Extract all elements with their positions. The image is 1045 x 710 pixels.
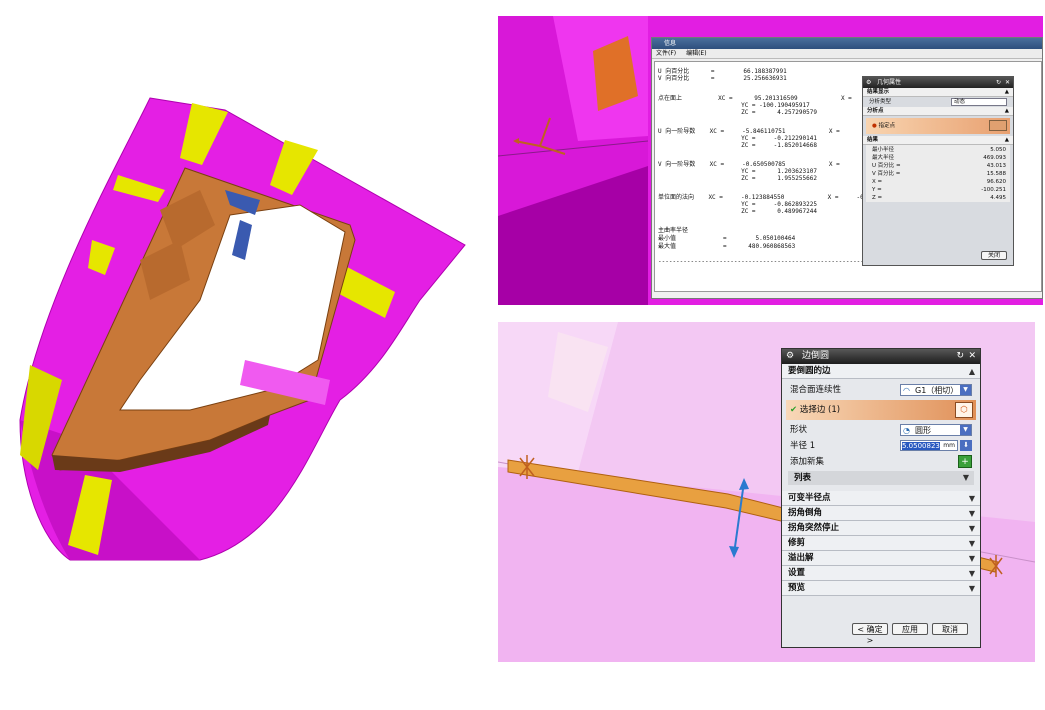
info-panel: 信息 文件(F) 编辑(E) U 向百分比 = 66.188387991 V 向…: [498, 16, 1043, 305]
reset-icon[interactable]: ↻: [956, 349, 964, 364]
section-overflow[interactable]: 溢出解 ▼: [782, 551, 980, 566]
analysis-type-select[interactable]: 动态: [951, 98, 1007, 106]
radius-menu-icon[interactable]: ⬇: [960, 440, 972, 451]
section-variable-radius[interactable]: 可变半径点 ▼: [782, 491, 980, 506]
collapsed-sections: 可变半径点 ▼ 拐角倒角 ▼ 拐角突然停止 ▼ 修剪 ▼ 溢出解 ▼ 设置 ▼ 预览 ▼: [782, 491, 980, 596]
required-dot-icon: ●: [872, 123, 877, 129]
model-viewport[interactable]: [0, 0, 495, 706]
info-line: ZC = 4.257290579: [658, 109, 817, 116]
section-edges[interactable]: 要倒圆的边 ▲: [782, 364, 980, 379]
info-line: 点在面上 XC = 95.201316509 X =: [658, 95, 852, 102]
csys-triad-icon: [513, 117, 566, 155]
shape-row: 形状 ◔ 圆形 ▼: [782, 422, 980, 438]
gear-icon: ⚙: [786, 351, 795, 361]
chevron-down-icon: ▼: [968, 584, 975, 593]
dropdown-arrow-icon: ▼: [960, 385, 971, 395]
section-preview[interactable]: 预览 ▼: [782, 581, 980, 596]
info-line: U 向一阶导数 XC = -5.846110751 X =: [658, 128, 840, 135]
section-result-display[interactable]: 结果显示 ▲: [863, 88, 1013, 97]
result-row: U 百分比 = 43.013: [872, 163, 1006, 169]
point-picker-icon[interactable]: [989, 120, 1007, 131]
section-stop-short[interactable]: 拐角突然停止 ▼: [782, 521, 980, 536]
fillet-title-bar: ⚙ 边倒圆 ↻ ✕: [782, 349, 980, 364]
select-edge-row[interactable]: ✔ 选择边 (1) ⬡: [786, 400, 976, 420]
edge-fillet-dialog[interactable]: ⚙ 边倒圆 ↻ ✕ 要倒圆的边 ▲ 混合面连续性 ◠ G1（相切） ▼ ✔ 选择边…: [781, 348, 981, 648]
circle-shape-icon: ◔: [903, 426, 910, 435]
dropdown-arrow-icon: ▼: [960, 425, 971, 435]
list-subsection[interactable]: 列表 ▼: [788, 471, 974, 485]
geometry-properties-dialog[interactable]: ⚙ 几何属性 ↻ ✕ 结果显示 ▲ 分析类型 动态 分析点 ▲ ● 指定点 结果 ▲ …: [862, 76, 1014, 266]
specify-point-row[interactable]: ● 指定点: [866, 118, 1010, 134]
checkmark-icon: ✔: [790, 405, 798, 415]
result-row: X = 96.620: [872, 179, 1006, 185]
menu-edit[interactable]: 编辑(E): [686, 50, 706, 57]
info-line: V 向一阶导数 XC = -0.650500785 X =: [658, 161, 840, 168]
radius-row: 半径 1 5.0500823 mm ⬇: [782, 438, 980, 454]
fillet-panel: ⚙ 边倒圆 ↻ ✕ 要倒圆的边 ▲ 混合面连续性 ◠ G1（相切） ▼ ✔ 选择边…: [498, 322, 1035, 662]
ok-button[interactable]: < 确定 >: [852, 623, 888, 645]
info-window-title: 信息: [652, 38, 1042, 49]
result-row: 最大半径 469.093: [872, 155, 1006, 161]
info-line: YC = -0.212290141: [658, 135, 817, 142]
chevron-up-icon: ▲: [968, 367, 975, 376]
info-line: 最小值 = 5.050100464: [658, 235, 796, 242]
menu-file[interactable]: 文件(F): [656, 50, 676, 57]
section-result[interactable]: 结果 ▲: [863, 136, 1013, 145]
chevron-down-icon: ▼: [968, 524, 975, 533]
chevron-down-icon: ▼: [968, 494, 975, 503]
info-menubar: 文件(F) 编辑(E): [652, 49, 1042, 59]
result-row: 最小半径 5.050: [872, 147, 1006, 153]
tangent-icon: ◠: [903, 386, 910, 395]
close-icon[interactable]: ✕: [968, 349, 976, 364]
edge-select-icon[interactable]: ⬡: [955, 402, 973, 418]
close-icon[interactable]: ✕: [1005, 77, 1010, 88]
close-button[interactable]: 关闭: [981, 251, 1007, 260]
add-set-icon[interactable]: +: [958, 455, 972, 468]
chevron-down-icon: ▼: [968, 554, 975, 563]
result-row: Z = 4.495: [872, 195, 1006, 201]
chevron-down-icon: ▼: [968, 569, 975, 578]
chevron-up-icon: ▲: [1004, 137, 1009, 143]
shape-select[interactable]: ◔ 圆形 ▼: [900, 424, 972, 436]
info-line: YC = -100.190495917: [658, 102, 810, 109]
info-line: U 向百分比 = 66.188387991: [658, 68, 787, 75]
section-corner-setback[interactable]: 拐角倒角 ▼: [782, 506, 980, 521]
result-list: 最小半径 5.050 最大半径 469.093 U 百分比 = 43.013 V 百分…: [866, 145, 1010, 202]
chevron-down-icon: ▼: [968, 509, 975, 518]
section-trim[interactable]: 修剪 ▼: [782, 536, 980, 551]
gear-icon: ⚙: [866, 79, 872, 86]
continuity-row: 混合面连续性 ◠ G1（相切） ▼: [782, 382, 980, 398]
radius-input[interactable]: 5.0500823 mm: [900, 440, 958, 451]
cancel-button[interactable]: 取消: [932, 623, 968, 635]
chevron-down-icon: ▼: [968, 539, 975, 548]
continuity-select[interactable]: ◠ G1（相切） ▼: [900, 384, 972, 396]
info-line: 单位面的法向 XC = -0.123884550 X = -0: [658, 194, 864, 201]
gp-title-bar: ⚙ 几何属性 ↻ ✕: [863, 77, 1013, 88]
apply-button[interactable]: 应用: [892, 623, 928, 635]
info-line: 最大值 = 480.960868563: [658, 243, 796, 250]
analysis-type-row: 分析类型 动态: [863, 97, 1013, 107]
info-line: ZC = -1.852014668: [658, 142, 817, 149]
car-body-model: [19, 97, 466, 561]
section-settings[interactable]: 设置 ▼: [782, 566, 980, 581]
info-line: ZC = 0.489967244: [658, 208, 817, 215]
result-row: Y = -100.251: [872, 187, 1006, 193]
chevron-up-icon: ▲: [1004, 108, 1009, 114]
info-line: V 向百分比 = 25.256636931: [658, 75, 787, 82]
add-set-row: 添加新集 +: [782, 454, 980, 470]
reset-icon[interactable]: ↻: [996, 77, 1001, 88]
section-analysis-point[interactable]: 分析点 ▲: [863, 107, 1013, 116]
chevron-down-icon: ▼: [962, 473, 969, 482]
info-line: ZC = 1.955255662: [658, 175, 817, 182]
info-line: 主曲率半径: [658, 227, 689, 234]
chevron-up-icon: ▲: [1004, 89, 1009, 95]
info-line: YC = 1.203623107: [658, 168, 817, 175]
result-row: V 百分比 = 15.588: [872, 171, 1006, 177]
info-line: YC = -0.862893225: [658, 201, 817, 208]
